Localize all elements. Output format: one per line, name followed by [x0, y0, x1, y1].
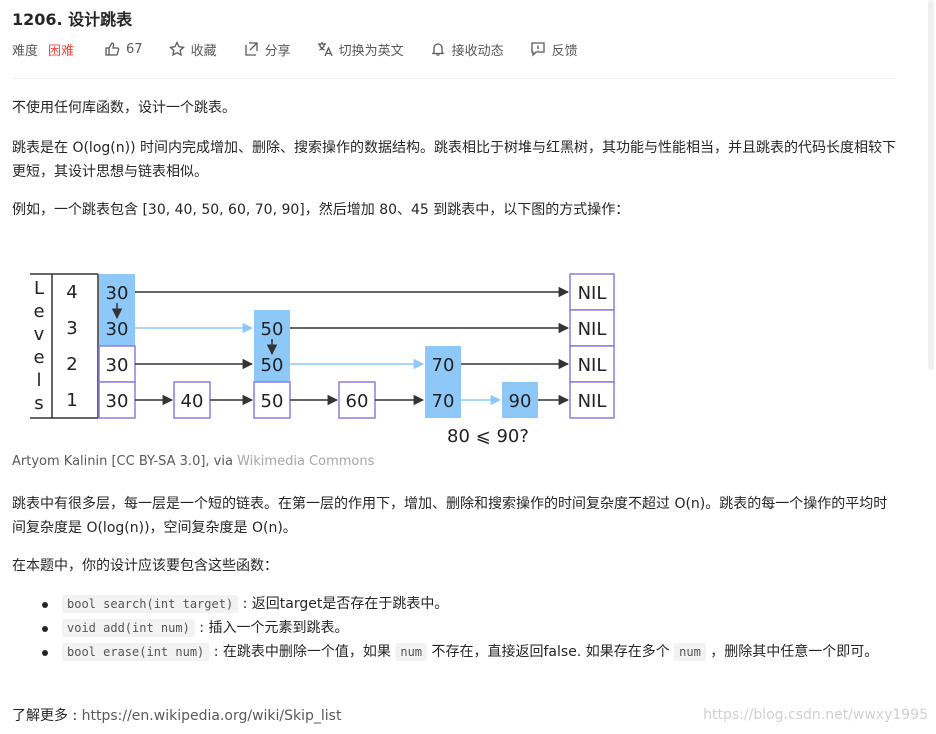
functions-intro: 在本题中，你的设计应该要包含这些函数： — [12, 558, 278, 574]
learn-more-link[interactable]: https://en.wikipedia.org/wiki/Skip_list — [82, 708, 342, 724]
header-divider — [12, 78, 896, 79]
level-number: 2 — [66, 354, 77, 375]
nil-label: NIL — [578, 355, 607, 376]
level-number: 4 — [66, 282, 77, 303]
node-value: 70 — [432, 391, 455, 412]
difficulty-label: 难度 — [12, 43, 39, 59]
watermark: https://blog.csdn.net/wwxy1995 — [703, 707, 928, 723]
learn-more-label: 了解更多 : — [12, 708, 82, 724]
intro-paragraph: 不使用任何库函数，设计一个跳表。 — [12, 100, 236, 116]
feedback-button[interactable]: 反馈 — [530, 40, 578, 59]
bullet — [42, 602, 48, 608]
nil-label: NIL — [578, 283, 607, 304]
share-button[interactable]: 分享 — [243, 40, 291, 59]
complexity-paragraph: 跳表中有很多层，每一层是一个短的链表。在第一层的作用下，增加、删除和搜索操作的时… — [12, 496, 888, 536]
bullet — [42, 650, 48, 656]
node-value: 40 — [181, 391, 204, 412]
description-paragraph: 跳表是在 O(log(n)) 时间内完成增加、删除、搜索操作的数据结构。跳表相比… — [12, 140, 896, 180]
node-value: 30 — [106, 283, 129, 304]
list-item: void add(int num) : 插入一个元素到跳表。 — [12, 616, 902, 640]
code-add: void add(int num) — [62, 619, 195, 637]
function-desc: ，删除其中任意一个即可。 — [705, 644, 879, 660]
axis-letter: v — [34, 324, 45, 345]
problem-meta-bar: 难度 困难 67 收藏 分享 切换为英文 接收动态 反馈 — [12, 38, 604, 60]
translate-icon — [317, 42, 333, 57]
search-comparison-label: 80 ⩽ 90? — [447, 426, 529, 447]
function-desc: 不存在，直接返回false. 如果存在多个 — [427, 644, 675, 660]
share-label: 分享 — [264, 43, 291, 59]
function-list: bool search(int target) : 返回target是否存在于跳… — [12, 592, 902, 664]
like-button[interactable]: 67 — [104, 41, 143, 57]
node-value: 50 — [261, 319, 284, 340]
nil-label: NIL — [578, 319, 607, 340]
axis-letter: e — [33, 347, 44, 368]
example-paragraph: 例如，一个跳表包含 [30, 40, 50, 60, 70, 90]，然后增加 … — [12, 202, 630, 218]
nil-label: NIL — [578, 391, 607, 412]
axis-letter: s — [34, 393, 43, 414]
credit-link[interactable]: Wikimedia Commons — [237, 454, 374, 469]
code-num: num — [395, 643, 428, 661]
bullet — [42, 626, 48, 632]
favorite-label: 收藏 — [190, 43, 217, 59]
list-item: bool erase(int num) : 在跳表中删除一个值，如果 num 不… — [12, 640, 902, 664]
credit-text: Artyom Kalinin [CC BY-SA 3.0], via — [12, 454, 233, 469]
level-number: 3 — [66, 318, 77, 339]
code-search: bool search(int target) — [62, 595, 239, 613]
code-erase: bool erase(int num) — [62, 643, 210, 661]
star-icon — [168, 41, 185, 57]
feedback-icon — [530, 42, 545, 57]
notify-button[interactable]: 接收动态 — [430, 40, 504, 59]
learn-more: 了解更多 : https://en.wikipedia.org/wiki/Ski… — [12, 705, 341, 725]
level-number: 1 — [66, 390, 77, 411]
node-value: 30 — [106, 391, 129, 412]
problem-title: 1206. 设计跳表 — [12, 10, 133, 29]
share-icon — [244, 42, 258, 56]
skip-list-diagram: L e v e l s 4 3 2 1 30 30 30 30 40 50 50… — [30, 273, 615, 447]
bell-icon — [431, 43, 444, 56]
difficulty-badge: 困难 — [48, 43, 75, 59]
feedback-label: 反馈 — [551, 43, 578, 59]
node-value: 50 — [261, 391, 284, 412]
scrollbar[interactable] — [928, 0, 934, 370]
function-desc: : 在跳表中删除一个值，如果 — [209, 644, 396, 660]
notify-label: 接收动态 — [451, 43, 504, 59]
axis-letter: L — [34, 278, 44, 299]
like-count: 67 — [126, 41, 143, 57]
node-value: 90 — [509, 391, 532, 412]
code-num: num — [674, 643, 706, 661]
node-value: 30 — [106, 355, 129, 376]
axis-letter: l — [36, 370, 41, 391]
list-item: bool search(int target) : 返回target是否存在于跳… — [12, 592, 902, 616]
function-desc: : 插入一个元素到跳表。 — [194, 620, 349, 636]
translate-button[interactable]: 切换为英文 — [317, 40, 404, 59]
node-value: 70 — [432, 355, 455, 376]
node-value: 30 — [106, 319, 129, 340]
thumbs-up-icon — [105, 42, 120, 56]
translate-label: 切换为英文 — [338, 43, 404, 59]
function-desc: : 返回target是否存在于跳表中。 — [238, 596, 449, 612]
axis-letter: e — [33, 301, 44, 322]
node-value: 50 — [261, 355, 284, 376]
node-value: 60 — [346, 391, 369, 412]
favorite-button[interactable]: 收藏 — [168, 40, 217, 59]
image-credit: Artyom Kalinin [CC BY-SA 3.0], via Wikim… — [12, 454, 374, 469]
